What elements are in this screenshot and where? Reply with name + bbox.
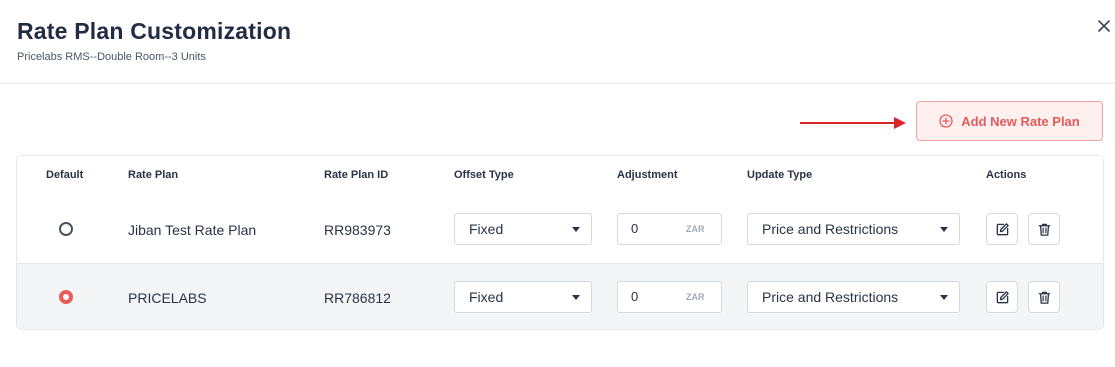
edit-icon [996,290,1009,303]
header-adjustment: Adjustment [617,169,678,181]
header-divider [0,83,1115,84]
rate-plan-modal: Rate Plan Customization Pricelabs RMS--D… [0,0,1115,367]
edit-button[interactable] [986,281,1018,313]
update-type-select[interactable]: Price and Restrictions [747,281,960,313]
rate-plan-id: RR786812 [324,290,391,306]
offset-type-value: Fixed [469,221,504,237]
table-row: PRICELABS RR786812 Fixed 0 ZAR Price and… [17,264,1103,329]
adjustment-input[interactable]: 0 ZAR [617,213,722,245]
update-type-select[interactable]: Price and Restrictions [747,213,960,245]
add-new-rate-plan-label: Add New Rate Plan [961,113,1080,129]
header-update-type: Update Type [747,169,813,181]
chevron-down-icon [940,295,948,300]
update-type-value: Price and Restrictions [762,289,899,305]
trash-icon [1038,291,1050,304]
rate-plan-id: RR983973 [324,222,391,238]
delete-button[interactable] [1028,281,1060,313]
adjustment-input[interactable]: 0 ZAR [617,281,722,313]
update-type-value: Price and Restrictions [762,221,899,237]
currency-label: ZAR [686,224,705,234]
header-rate-plan-id: Rate Plan ID [324,169,389,181]
close-icon[interactable] [1094,16,1114,36]
rate-plan-table: Default Rate Plan Rate Plan ID Offset Ty… [16,155,1104,330]
offset-type-select[interactable]: Fixed [454,281,592,313]
trash-icon [1038,223,1050,236]
delete-button[interactable] [1028,213,1060,245]
pointer-arrow [800,117,906,129]
rate-plan-name: PRICELABS [128,290,207,306]
add-new-rate-plan-button[interactable]: Add New Rate Plan [916,101,1103,141]
chevron-down-icon [572,227,580,232]
offset-type-select[interactable]: Fixed [454,213,592,245]
edit-button[interactable] [986,213,1018,245]
header-rate-plan: Rate Plan [128,169,179,181]
adjustment-value: 0 [631,221,639,236]
offset-type-value: Fixed [469,289,504,305]
modal-title: Rate Plan Customization [17,18,292,44]
currency-label: ZAR [686,292,705,302]
edit-icon [996,222,1009,235]
default-radio-selected[interactable] [59,290,73,304]
chevron-down-icon [940,227,948,232]
rate-plan-name: Jiban Test Rate Plan [128,222,257,238]
default-radio[interactable] [59,222,73,236]
chevron-down-icon [572,295,580,300]
table-header: Default Rate Plan Rate Plan ID Offset Ty… [17,156,1103,197]
plus-circle-icon [939,114,953,128]
adjustment-value: 0 [631,289,639,304]
table-row: Jiban Test Rate Plan RR983973 Fixed 0 ZA… [17,196,1103,264]
header-default: Default [46,169,84,181]
modal-subtitle: Pricelabs RMS--Double Room--3 Units [17,51,206,63]
header-offset-type: Offset Type [454,169,514,181]
header-actions: Actions [986,169,1027,181]
